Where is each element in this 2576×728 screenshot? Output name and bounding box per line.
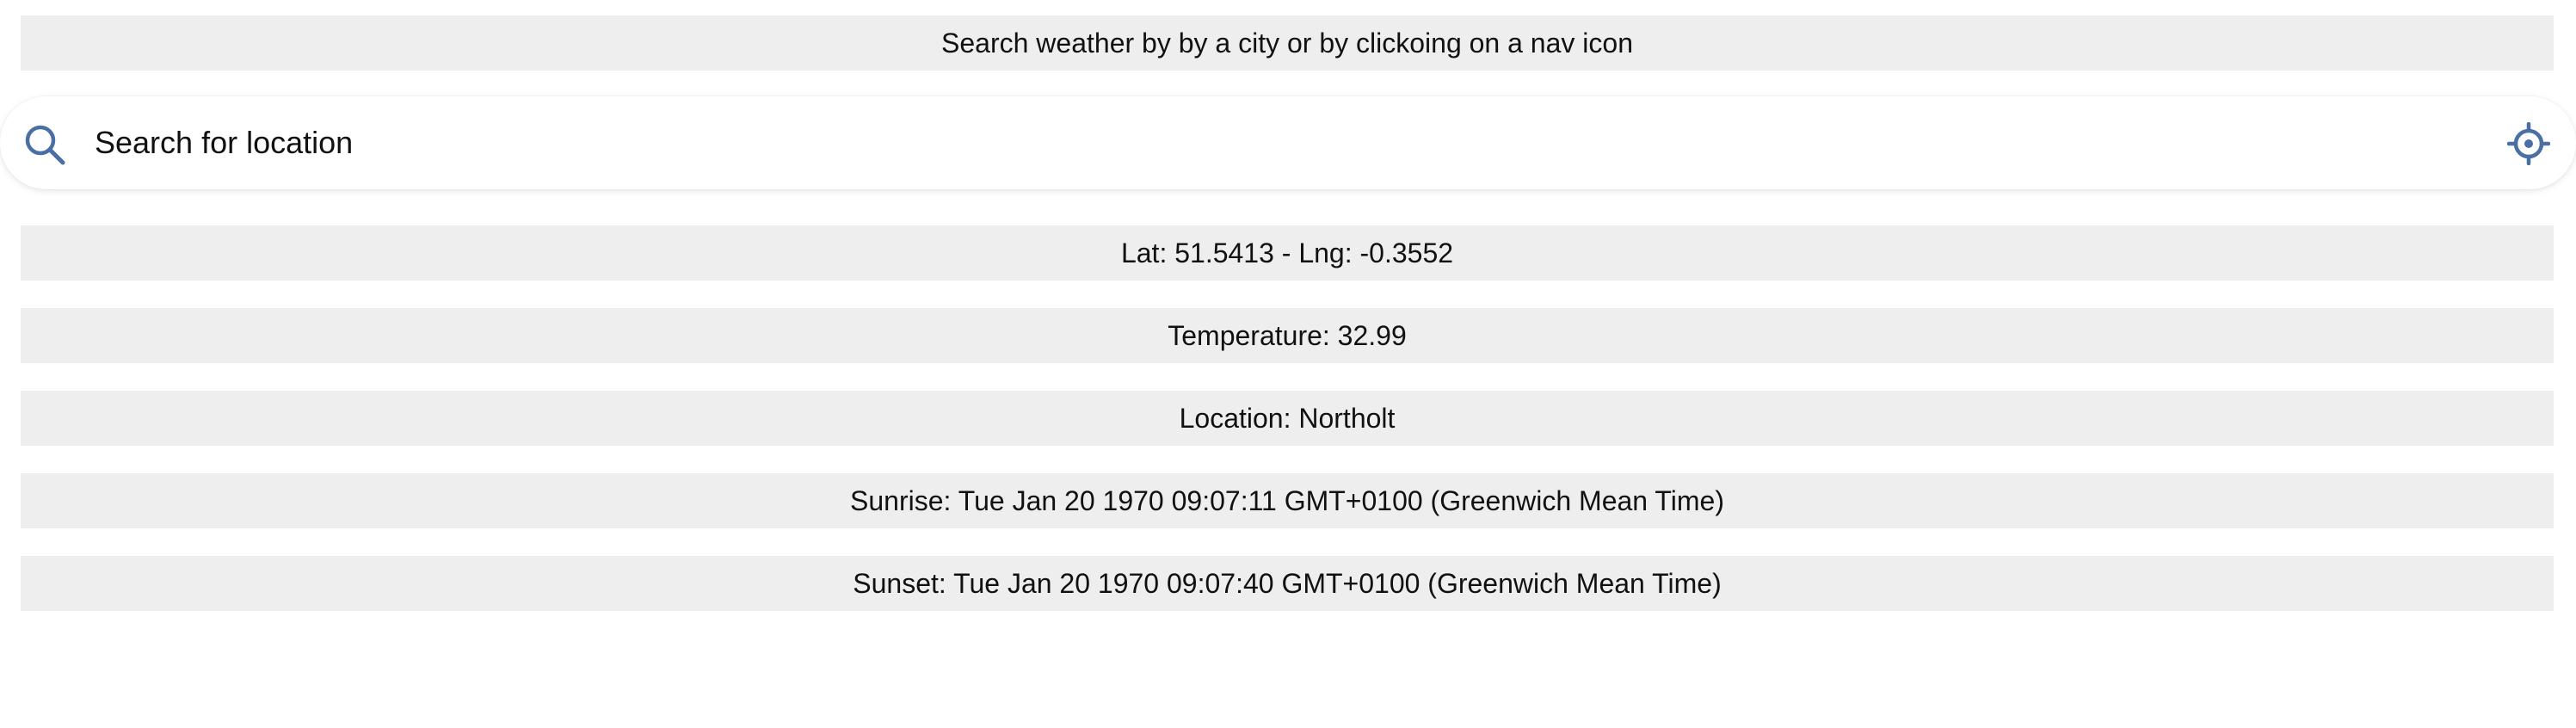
search-bar (0, 96, 2576, 189)
weather-app: Search weather by by a city or by clicko… (0, 0, 2576, 728)
search-instruction: Search weather by by a city or by clicko… (21, 15, 2554, 71)
search-icon[interactable] (22, 122, 67, 167)
crosshair-icon[interactable] (2506, 121, 2551, 166)
coordinates-display: Lat: 51.5413 - Lng: -0.3552 (21, 225, 2554, 281)
sunrise-display: Sunrise: Tue Jan 20 1970 09:07:11 GMT+01… (21, 473, 2554, 528)
sunset-display: Sunset: Tue Jan 20 1970 09:07:40 GMT+010… (21, 556, 2554, 611)
search-input[interactable] (95, 117, 2418, 169)
location-display: Location: Northolt (21, 391, 2554, 446)
temperature-display: Temperature: 32.99 (21, 308, 2554, 363)
